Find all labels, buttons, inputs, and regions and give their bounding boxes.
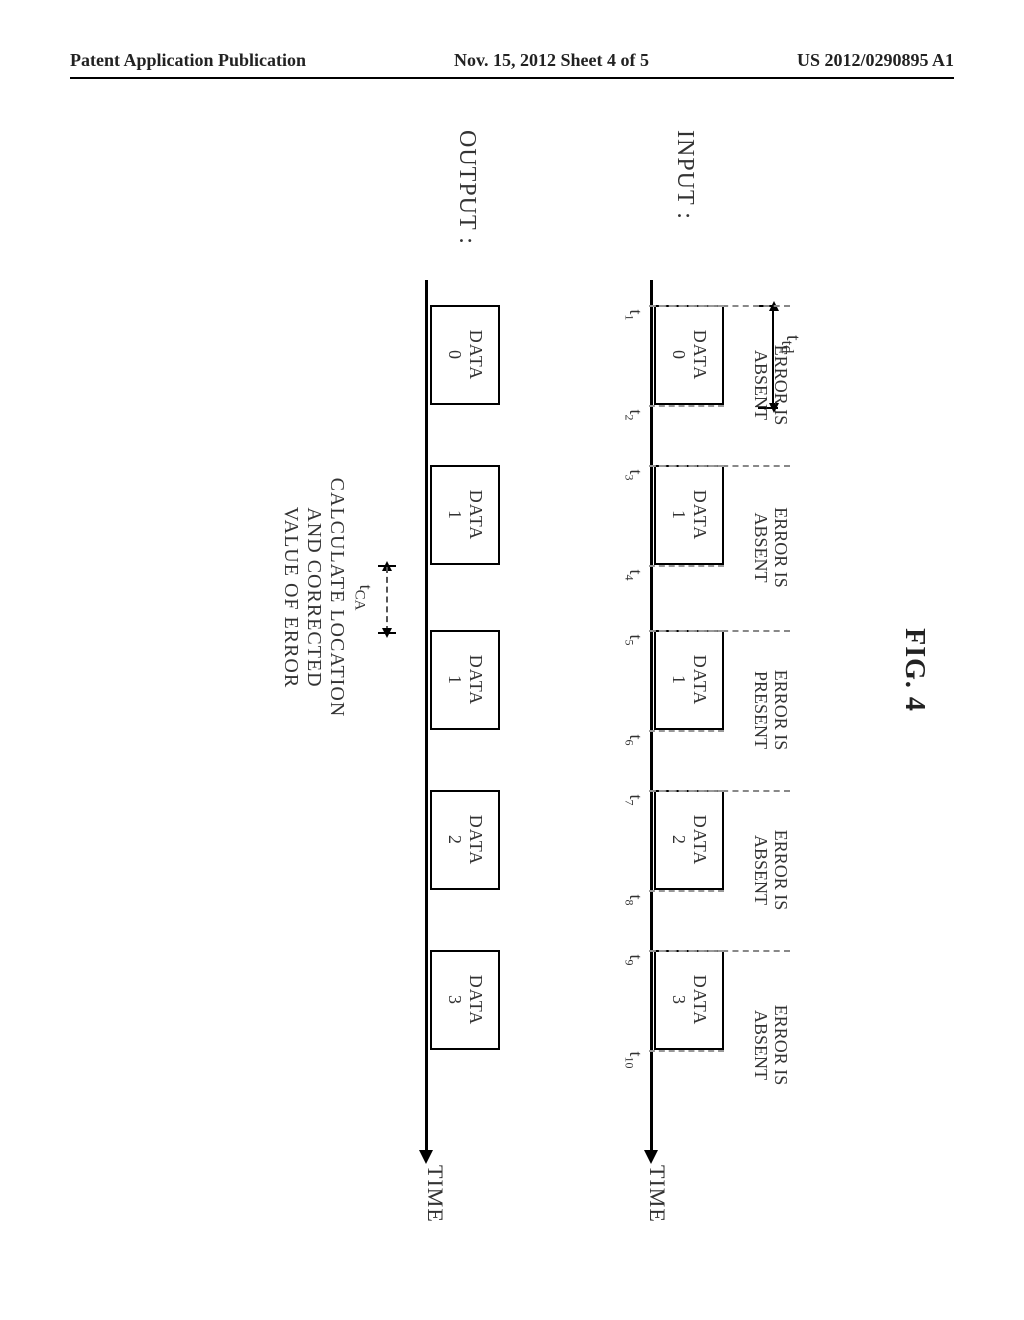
error-state-label: ERROR ISPRESENT (750, 635, 790, 785)
tick-label: t6 (621, 720, 646, 760)
tick-label: t2 (621, 395, 646, 435)
tick-guide (649, 630, 724, 632)
output-data-box: DATA0 (430, 305, 500, 405)
tick-guide (649, 790, 724, 792)
figure-4: FIG. 4 INPUT : OUTPUT : TIME TIME ttd tC… (0, 140, 1024, 1280)
tick-guide (649, 950, 724, 952)
output-data-box: DATA1 (430, 630, 500, 730)
output-data-box: DATA2 (430, 790, 500, 890)
axis-label-top: TIME (644, 1165, 670, 1223)
input-data-box: DATA0 (654, 305, 724, 405)
row-label-output: OUTPUT : (453, 130, 480, 245)
figure-title: FIG. 4 (898, 90, 930, 1250)
tick-label: t5 (621, 620, 646, 660)
input-data-box: DATA1 (654, 465, 724, 565)
tick-guide (649, 305, 724, 307)
row-label-input: INPUT : (671, 130, 698, 220)
header-center: Nov. 15, 2012 Sheet 4 of 5 (454, 50, 649, 71)
error-state-label: ERROR ISABSENT (750, 795, 790, 945)
output-time-axis (425, 280, 428, 1150)
axis-label-bottom: TIME (422, 1165, 448, 1223)
input-data-box: DATA3 (654, 950, 724, 1050)
tick-guide (649, 730, 724, 732)
tca-span-label: tCA (350, 558, 376, 638)
error-state-label: ERROR ISABSENT (750, 970, 790, 1120)
tick-guide (649, 565, 724, 567)
tick-guide (649, 890, 724, 892)
tick-label: t3 (621, 455, 646, 495)
header-left: Patent Application Publication (70, 50, 306, 71)
tick-label: t9 (621, 940, 646, 980)
header-right: US 2012/0290895 A1 (797, 50, 954, 71)
tick-guide (649, 405, 724, 407)
tick-label: t10 (621, 1040, 646, 1080)
error-state-label: ERROR ISABSENT (750, 310, 790, 460)
tick-guide (649, 1050, 724, 1052)
output-data-box: DATA1 (430, 465, 500, 565)
tick-label: t7 (621, 780, 646, 820)
input-data-box: DATA2 (654, 790, 724, 890)
calc-caption: CALCULATE LOCATIONAND CORRECTEDVALUE OF … (279, 438, 348, 758)
output-data-box: DATA3 (430, 950, 500, 1050)
tick-guide (649, 465, 724, 467)
input-data-box: DATA1 (654, 630, 724, 730)
tca-span-marker (378, 565, 396, 634)
page-header: Patent Application Publication Nov. 15, … (70, 50, 954, 79)
tick-label: t4 (621, 555, 646, 595)
tick-label: t8 (621, 880, 646, 920)
tick-label: t1 (621, 295, 646, 335)
timing-diagram: INPUT : OUTPUT : TIME TIME ttd tCA CALCU… (208, 130, 848, 1210)
input-time-axis (650, 280, 653, 1150)
error-state-label: ERROR ISABSENT (750, 473, 790, 623)
